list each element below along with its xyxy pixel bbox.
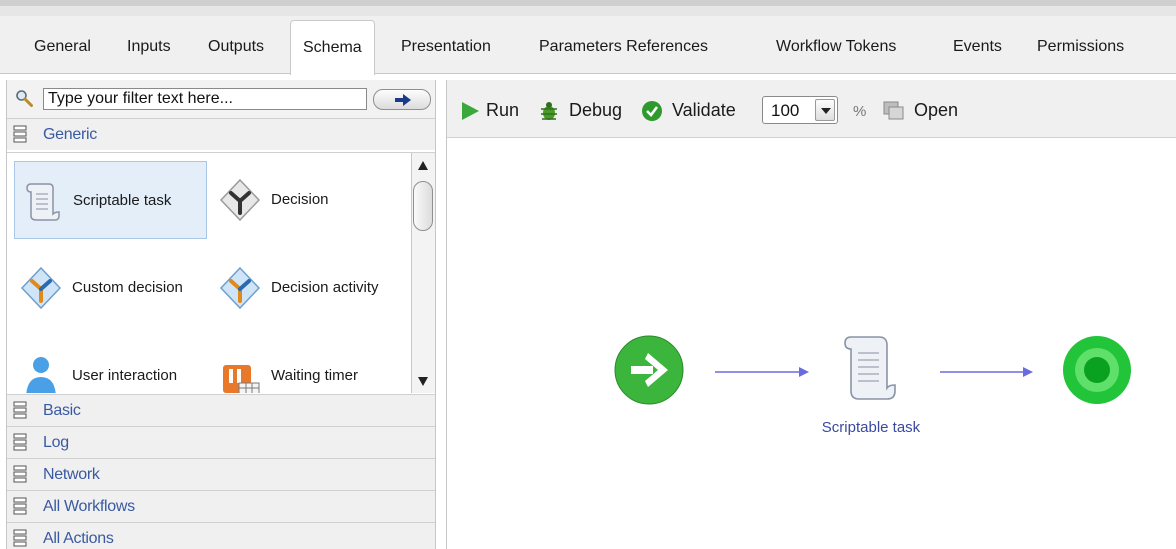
search-icon <box>16 90 33 107</box>
debug-button[interactable]: Debug <box>538 99 628 121</box>
palette-item-decision[interactable]: Decision <box>213 161 411 239</box>
schema-toolbar: Run Debug Validate 100 % Open <box>447 80 1176 138</box>
tab-schema[interactable]: Schema <box>290 20 375 75</box>
category-label: Basic <box>43 402 81 419</box>
decision-icon <box>219 178 261 222</box>
palette-item-label: User interaction <box>72 367 178 384</box>
decision-activity-icon <box>219 266 261 310</box>
scrollbar-thumb[interactable] <box>413 181 433 231</box>
list-icon <box>13 497 27 515</box>
connector-arrow <box>715 367 809 377</box>
palette-items: Scriptable task Decision Custom decision <box>7 152 435 393</box>
palette-item-custom-decision[interactable]: Custom decision <box>14 249 207 327</box>
chevron-down-icon[interactable] <box>815 99 835 121</box>
filter-go-button[interactable] <box>373 89 431 110</box>
validate-button[interactable]: Validate <box>641 99 751 121</box>
arrow-right-icon <box>395 94 411 106</box>
palette-scrollbar[interactable] <box>411 153 435 393</box>
tab-inputs[interactable]: Inputs <box>127 35 171 59</box>
palette-panel: Generic Scriptable task Decision <box>6 80 436 549</box>
palette-item-decision-activity[interactable]: Decision activity <box>213 249 411 327</box>
scroll-up-icon[interactable] <box>418 161 428 170</box>
window-icon <box>883 101 904 120</box>
list-icon <box>13 125 27 143</box>
palette-item-label: Scriptable task <box>73 192 172 209</box>
palette-item-waiting-timer[interactable]: Waiting timer <box>213 337 411 393</box>
schema-panel: Run Debug Validate 100 % Open Scriptable… <box>446 80 1176 549</box>
connector-arrow <box>940 367 1033 377</box>
category-label: Generic <box>43 126 97 143</box>
palette-item-label: Decision <box>271 191 329 208</box>
custom-decision-icon <box>20 266 62 310</box>
play-icon <box>462 102 479 120</box>
list-icon <box>13 465 27 483</box>
tab-outputs[interactable]: Outputs <box>208 35 264 59</box>
palette-item-label: Waiting timer <box>271 367 358 384</box>
scroll-icon <box>26 183 60 221</box>
bug-icon <box>541 102 557 120</box>
tab-general[interactable]: General <box>34 35 91 59</box>
end-node-icon[interactable] <box>1063 336 1131 404</box>
category-label: All Actions <box>43 530 114 547</box>
run-button[interactable]: Run <box>459 99 529 121</box>
category-log[interactable]: Log <box>7 426 435 458</box>
category-label: All Workflows <box>43 498 135 515</box>
open-button[interactable]: Open <box>882 99 972 121</box>
workflow-diagram <box>614 335 1131 405</box>
list-icon <box>13 529 27 547</box>
tab-bar: General Inputs Outputs Schema Presentati… <box>0 16 1176 75</box>
schema-canvas[interactable] <box>447 139 1176 549</box>
tab-parameters-references[interactable]: Parameters References <box>539 35 708 59</box>
tab-presentation[interactable]: Presentation <box>401 35 491 59</box>
list-icon <box>13 401 27 419</box>
tab-events[interactable]: Events <box>953 35 1002 59</box>
scroll-down-icon[interactable] <box>418 377 428 386</box>
tab-workflow-tokens[interactable]: Workflow Tokens <box>776 35 896 59</box>
category-network[interactable]: Network <box>7 458 435 490</box>
category-label: Log <box>43 434 69 451</box>
list-icon <box>13 433 27 451</box>
palette-item-label: Custom decision <box>72 279 183 296</box>
tab-permissions[interactable]: Permissions <box>1037 35 1124 59</box>
filter-row <box>7 80 435 118</box>
category-generic[interactable]: Generic <box>7 118 435 150</box>
zoom-select[interactable]: 100 <box>762 96 838 124</box>
palette-item-label: Decision activity <box>271 279 379 296</box>
scriptable-task-node-icon[interactable] <box>844 336 896 400</box>
window-top-strip <box>0 0 1176 16</box>
filter-input[interactable] <box>43 88 367 110</box>
category-basic[interactable]: Basic <box>7 394 435 426</box>
category-all-workflows[interactable]: All Workflows <box>7 490 435 522</box>
start-node-icon[interactable] <box>614 335 684 405</box>
zoom-unit: % <box>853 103 867 120</box>
check-circle-icon <box>642 101 662 121</box>
category-label: Network <box>43 466 100 483</box>
user-icon <box>26 357 56 393</box>
category-all-actions[interactable]: All Actions <box>7 522 435 549</box>
scriptable-task-node-label[interactable]: Scriptable task <box>816 419 926 436</box>
palette-item-scriptable-task[interactable]: Scriptable task <box>14 161 207 239</box>
timer-icon <box>223 365 260 393</box>
palette-item-user-interaction[interactable]: User interaction <box>14 337 207 393</box>
